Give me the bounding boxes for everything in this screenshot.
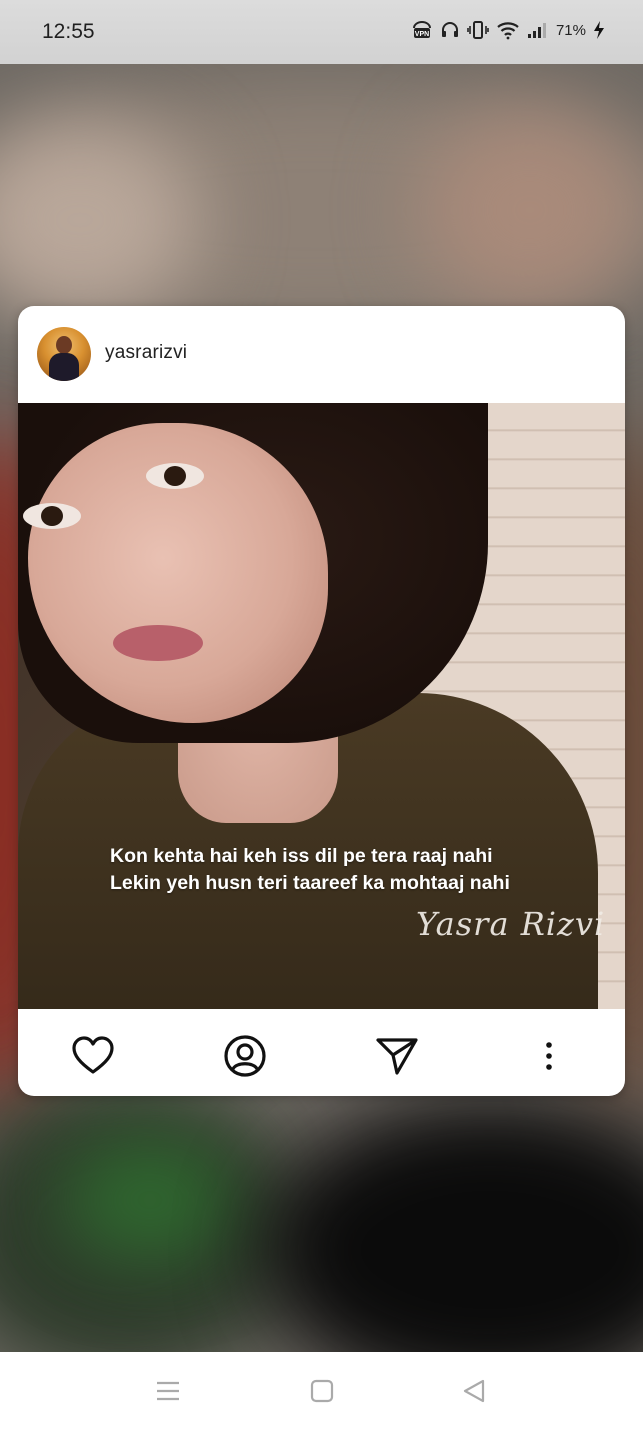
quote-text: Kon kehta hai keh iss dil pe tera raaj n… <box>110 843 510 897</box>
recent-apps-button[interactable] <box>155 1378 181 1409</box>
menu-icon <box>157 1381 179 1401</box>
quote-line-1: Kon kehta hai keh iss dil pe tera raaj n… <box>110 845 493 867</box>
send-icon <box>376 1038 418 1075</box>
post-header: yasrarizvi <box>18 306 625 403</box>
wifi-icon <box>497 22 519 40</box>
signal-icon <box>527 23 546 38</box>
svg-text:VPN: VPN <box>415 31 429 38</box>
avatar[interactable] <box>37 327 91 381</box>
more-options-button[interactable] <box>527 1034 571 1078</box>
profile-icon <box>224 1035 266 1077</box>
status-icons: VPN 71% <box>411 20 605 40</box>
more-icon <box>546 1042 552 1070</box>
navigation-bar <box>0 1352 643 1431</box>
home-button[interactable] <box>309 1378 335 1409</box>
share-button[interactable] <box>375 1034 419 1078</box>
like-button[interactable] <box>71 1034 115 1078</box>
home-icon <box>310 1379 334 1403</box>
signature: Yasra Rizvi <box>416 905 606 943</box>
status-bar: 12:55 VPN 71% <box>0 0 643 64</box>
post-actions <box>18 1009 625 1096</box>
battery-level: 71% <box>555 21 586 39</box>
post-image[interactable]: Kon kehta hai keh iss dil pe tera raaj n… <box>18 403 625 1009</box>
status-time: 12:55 <box>42 20 95 43</box>
back-button[interactable] <box>461 1378 487 1409</box>
back-icon <box>463 1379 485 1403</box>
charging-icon <box>594 21 604 39</box>
vibrate-icon <box>467 21 489 39</box>
profile-button[interactable] <box>223 1034 267 1078</box>
post-card[interactable]: yasrarizvi Kon kehta hai keh iss dil pe … <box>18 306 625 1096</box>
headset-icon <box>441 22 458 37</box>
vpn-icon: VPN <box>412 21 431 38</box>
quote-line-2: Lekin yeh husn teri taareef ka mohtaaj n… <box>110 872 510 894</box>
username[interactable]: yasrarizvi <box>105 342 187 364</box>
heart-icon <box>72 1036 114 1074</box>
